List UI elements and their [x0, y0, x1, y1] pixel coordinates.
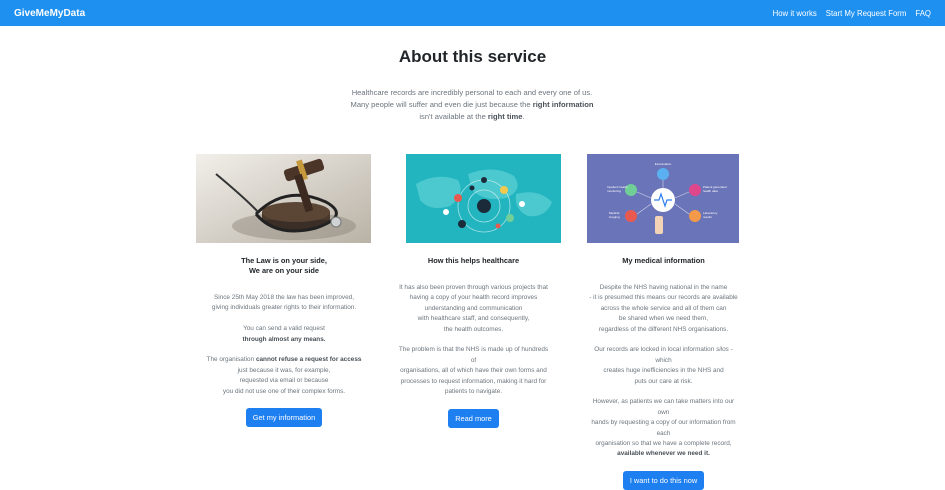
healthcare-network-image — [396, 154, 571, 243]
diagram-label-results: results — [703, 215, 712, 219]
nav-link-how-it-works[interactable]: How it works — [773, 9, 817, 18]
nav-link-faq[interactable]: FAQ — [915, 9, 931, 18]
read-more-button[interactable]: Read more — [448, 408, 499, 428]
card-title: How this helps healthcare — [427, 256, 520, 265]
nav-links: How it works Start My Request Form FAQ — [773, 9, 931, 18]
card-body: Despite the NHS having national in the n… — [589, 284, 738, 458]
diagram-label-imaging: imaging — [609, 215, 620, 219]
intro-line: Many people will suffer and even die jus… — [350, 100, 594, 109]
stethoscope-gavel-image — [196, 154, 371, 243]
intro-line: isn't available at the right time. — [419, 112, 525, 121]
page-title: About this service — [398, 47, 547, 66]
card-healthcare: How this helps healthcare It has also be… — [396, 154, 572, 428]
medical-information-diagram: Examination Inpatient health monitoring … — [587, 154, 739, 243]
top-navbar: GiveMeMyData How it works Start My Reque… — [0, 0, 945, 26]
card-law: The Law is on your side, We are on your … — [196, 154, 372, 428]
get-my-information-button[interactable]: Get my information — [245, 408, 323, 428]
nav-link-request-form[interactable]: Start My Request Form — [826, 9, 907, 18]
diagram-label-examination: Examination — [655, 162, 672, 166]
diagram-label-health-data: health data — [703, 189, 718, 193]
brand-logo-link[interactable]: GiveMeMyData — [14, 8, 85, 19]
diagram-label-monitoring: monitoring — [607, 189, 621, 193]
i-want-to-do-this-now-button[interactable]: I want to do this now — [622, 471, 705, 490]
intro-line: Healthcare records are incredibly person… — [351, 88, 593, 97]
card-medical-info: Examination Inpatient health monitoring … — [587, 154, 740, 490]
card-title: The Law is on your side, We are on your … — [241, 256, 327, 275]
card-body: Since 25th May 2018 the law has been imp… — [206, 294, 362, 395]
card-title: My medical information — [622, 256, 705, 265]
intro-text: Healthcare records are incredibly person… — [322, 87, 622, 123]
card-body: It has also been proven through various … — [398, 284, 549, 396]
